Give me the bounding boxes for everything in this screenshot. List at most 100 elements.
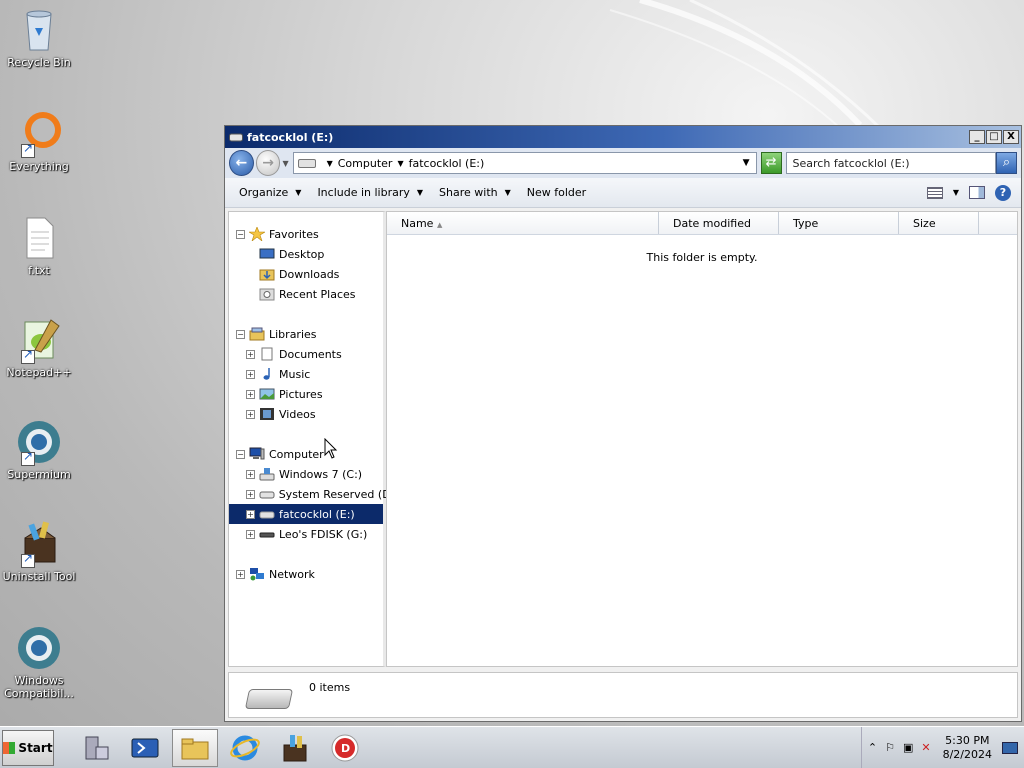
nav-label: Libraries xyxy=(269,327,317,341)
network-tray-icon[interactable]: ▣ xyxy=(903,741,913,754)
volume-muted-icon[interactable]: ✕ xyxy=(921,741,930,754)
close-button[interactable]: X xyxy=(1003,130,1019,144)
expand-icon[interactable]: + xyxy=(246,509,255,519)
nav-computer[interactable]: − Computer xyxy=(229,444,383,464)
taskbar-internet-explorer[interactable] xyxy=(222,729,268,767)
recent-pages-dropdown-icon[interactable]: ▼ xyxy=(282,159,288,168)
expand-icon[interactable]: + xyxy=(246,469,255,479)
taskbar-powershell[interactable] xyxy=(122,729,168,767)
drive-icon xyxy=(244,689,294,709)
taskbar-explorer[interactable] xyxy=(172,728,218,767)
show-desktop-icon[interactable] xyxy=(1002,741,1018,754)
search-button[interactable]: ⌕ xyxy=(996,152,1018,174)
shortcut-arrow-icon xyxy=(21,450,35,466)
recent-places-icon xyxy=(259,287,275,301)
collapse-icon[interactable]: − xyxy=(236,449,245,459)
taskbar-uninstall-tool[interactable] xyxy=(272,729,318,767)
downloads-folder-icon xyxy=(259,267,275,281)
expand-icon[interactable]: + xyxy=(246,389,255,399)
new-folder-button[interactable]: New folder xyxy=(527,186,586,199)
nav-item-pictures[interactable]: + Pictures xyxy=(229,384,383,404)
nav-label: Music xyxy=(279,367,311,381)
collapse-icon[interactable]: − xyxy=(236,229,245,239)
chevron-down-icon: ▼ xyxy=(295,188,302,197)
include-in-library-button[interactable]: Include in library ▼ xyxy=(317,186,423,199)
nav-network[interactable]: + Network xyxy=(229,564,383,584)
nav-favorites[interactable]: − Favorites xyxy=(229,224,383,244)
desktop-icon-uninstall-tool[interactable]: Uninstall Tool xyxy=(2,520,76,583)
everything-icon xyxy=(15,110,63,158)
window-titlebar[interactable]: fatcocklol (E:) _ □ X xyxy=(225,126,1021,148)
nav-item-drive-e[interactable]: + fatcocklol (E:) xyxy=(229,504,383,524)
share-with-button[interactable]: Share with ▼ xyxy=(439,186,511,199)
taskbar-app-red[interactable]: D xyxy=(322,729,368,767)
expand-icon[interactable]: + xyxy=(246,529,255,539)
nav-label: Desktop xyxy=(279,247,325,261)
file-list[interactable]: Name ▲ Date modified Type Size This fold… xyxy=(386,211,1018,667)
nav-item-documents[interactable]: + Documents xyxy=(229,344,383,364)
desktop-icon-windows-compat[interactable]: Windows Compatibil... xyxy=(2,624,76,700)
maximize-button[interactable]: □ xyxy=(986,130,1002,144)
documents-icon xyxy=(259,347,275,361)
desktop-icon-supermium[interactable]: Supermium xyxy=(2,418,76,481)
refresh-icon: ⇄ xyxy=(765,155,777,170)
taskbar-server-manager[interactable] xyxy=(72,729,118,767)
window-title: fatcocklol (E:) xyxy=(247,130,334,144)
expand-icon[interactable]: + xyxy=(246,409,255,419)
change-view-icon[interactable] xyxy=(926,186,943,199)
collapse-icon[interactable]: − xyxy=(236,329,245,339)
expand-icon[interactable]: + xyxy=(246,369,255,379)
desktop-icon-notepadpp[interactable]: Notepad++ xyxy=(2,316,76,379)
view-dropdown-icon[interactable]: ▼ xyxy=(953,188,959,197)
explorer-window: fatcocklol (E:) _ □ X ← → ▼ ▼ Computer ▼… xyxy=(224,125,1022,722)
forward-button[interactable]: → xyxy=(255,150,281,176)
drive-icon xyxy=(259,507,275,521)
mouse-cursor-icon xyxy=(324,438,338,459)
desktop-icon xyxy=(259,247,275,261)
column-type[interactable]: Type xyxy=(779,212,899,234)
nav-label: Favorites xyxy=(269,227,319,241)
clock[interactable]: 5:30 PM 8/2/2024 xyxy=(943,734,992,762)
nav-item-drive-d[interactable]: + System Reserved (D:) xyxy=(229,484,399,504)
expand-icon[interactable]: + xyxy=(246,489,255,499)
windows-logo-icon xyxy=(3,741,16,754)
address-bar[interactable]: ▼ Computer ▼ fatcocklol (E:) ▼ xyxy=(292,152,757,174)
nav-item-drive-c[interactable]: + Windows 7 (C:) xyxy=(229,464,383,484)
nav-item-desktop[interactable]: Desktop xyxy=(229,244,383,264)
desktop-icon-f-txt[interactable]: f.txt xyxy=(2,214,76,277)
organize-button[interactable]: Organize ▼ xyxy=(239,186,301,199)
start-button[interactable]: Start xyxy=(2,729,54,766)
nav-item-music[interactable]: + Music xyxy=(229,364,383,384)
command-bar: Organize ▼ Include in library ▼ Share with… xyxy=(225,178,1021,208)
refresh-button[interactable]: ⇄ xyxy=(760,152,782,174)
nav-item-videos[interactable]: + Videos xyxy=(229,404,383,424)
column-name[interactable]: Name ▲ xyxy=(387,212,659,234)
desktop-icon-everything[interactable]: Everything xyxy=(2,110,76,173)
expand-icon[interactable]: + xyxy=(236,569,245,579)
back-button[interactable]: ← xyxy=(229,150,254,176)
system-drive-icon xyxy=(259,467,275,481)
minimize-button[interactable]: _ xyxy=(969,130,985,144)
breadcrumb-drive[interactable]: fatcocklol (E:) xyxy=(409,157,485,170)
nav-item-drive-g[interactable]: + Leo's FDISK (G:) xyxy=(229,524,383,544)
desktop-icon-recycle-bin[interactable]: Recycle Bin xyxy=(2,6,76,69)
nav-label: Windows 7 (C:) xyxy=(279,467,363,481)
nav-libraries[interactable]: − Libraries xyxy=(229,324,383,344)
nav-item-recent-places[interactable]: Recent Places xyxy=(229,284,383,304)
breadcrumb-chevron-icon[interactable]: ▼ xyxy=(327,159,333,168)
powershell-icon xyxy=(131,738,159,757)
wallpaper-light-streak xyxy=(609,0,882,130)
preview-pane-icon[interactable] xyxy=(969,186,985,199)
nav-item-downloads[interactable]: Downloads xyxy=(229,264,383,284)
show-hidden-icons-icon[interactable]: ⌃ xyxy=(868,741,877,754)
help-icon[interactable]: ? xyxy=(995,184,1011,201)
column-date-modified[interactable]: Date modified xyxy=(659,212,779,234)
column-size[interactable]: Size xyxy=(899,212,979,234)
search-input[interactable]: Search fatcocklol (E:) xyxy=(785,152,997,174)
breadcrumb-computer[interactable]: Computer xyxy=(338,157,393,170)
action-center-flag-icon[interactable]: ⚐ xyxy=(885,741,895,754)
breadcrumb-chevron-icon[interactable]: ▼ xyxy=(397,159,403,168)
expand-icon[interactable]: + xyxy=(246,349,255,359)
videos-icon xyxy=(259,407,275,421)
address-dropdown-icon[interactable]: ▼ xyxy=(743,158,750,168)
